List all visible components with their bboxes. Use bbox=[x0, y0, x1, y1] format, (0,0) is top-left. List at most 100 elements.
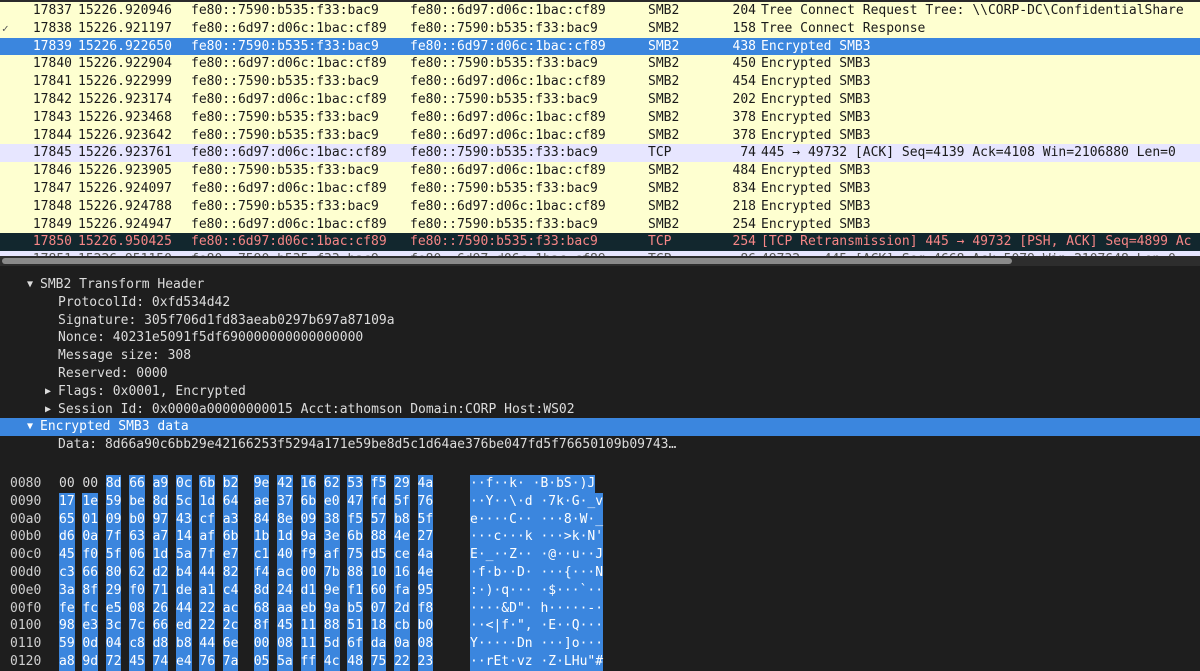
hex-byte[interactable]: f5 bbox=[347, 510, 363, 529]
hex-byte[interactable]: f8 bbox=[417, 599, 434, 618]
hex-byte[interactable]: 45 bbox=[129, 653, 145, 671]
packet-row[interactable]: 17843 15226.923468 fe80::7590:b535:f33:bac… bbox=[0, 108, 1200, 127]
hex-byte[interactable]: fd bbox=[370, 492, 387, 511]
packet-list[interactable]: 17837 15226.920946 fe80::7590:b535:f33:bac… bbox=[0, 0, 1200, 257]
hex-byte[interactable]: 16 bbox=[394, 564, 410, 582]
packet-list-horizontal-scrollbar[interactable] bbox=[0, 256, 1200, 266]
hex-byte[interactable]: 65 bbox=[59, 510, 75, 529]
hex-byte[interactable]: 01 bbox=[82, 510, 99, 529]
hex-byte[interactable]: 63 bbox=[129, 528, 145, 547]
hex-byte[interactable]: 7a bbox=[222, 653, 239, 671]
hex-byte[interactable]: 24 bbox=[277, 581, 293, 600]
details-tree-item[interactable]: ProtocolId: 0xfd534d42 bbox=[0, 294, 1200, 312]
hex-byte[interactable]: 4c bbox=[323, 653, 340, 671]
packet-bytes-pane[interactable]: 0080 00 00 8d 66 a9 0c 6b b2 9e 42 16 62 53 f5 29 4a ··f·… bbox=[0, 472, 1200, 671]
hex-byte[interactable]: 88 bbox=[347, 564, 363, 582]
ascii-dump[interactable]: ····&D"· h·····-· bbox=[470, 599, 604, 618]
ascii-dump[interactable]: ··f··k· ·B·bS·)J bbox=[470, 475, 596, 493]
hex-byte[interactable]: 7f bbox=[105, 528, 122, 547]
hex-byte[interactable]: 9a bbox=[323, 599, 340, 618]
hex-byte[interactable]: a9 bbox=[152, 475, 169, 493]
hex-byte[interactable]: 1d bbox=[277, 528, 293, 547]
hex-byte[interactable]: 07 bbox=[370, 599, 387, 618]
hex-byte[interactable]: 9d bbox=[82, 653, 99, 671]
hex-byte[interactable]: 66 bbox=[82, 564, 99, 582]
scrollbar-thumb[interactable] bbox=[2, 258, 1012, 264]
hex-byte[interactable]: f9 bbox=[300, 546, 317, 564]
hex-byte[interactable]: 95 bbox=[417, 581, 434, 600]
hex-byte[interactable]: be bbox=[129, 492, 145, 511]
hex-byte[interactable]: e4 bbox=[176, 653, 192, 671]
hex-byte[interactable]: 00 bbox=[300, 564, 317, 582]
hex-byte[interactable]: 00 bbox=[82, 475, 98, 493]
hex-byte[interactable]: c1 bbox=[253, 546, 270, 564]
hex-byte[interactable]: 88 bbox=[370, 528, 387, 547]
hex-byte[interactable]: 2c bbox=[222, 617, 239, 636]
packet-row[interactable]: 17844 15226.923642 fe80::7590:b535:f33:bac… bbox=[0, 126, 1200, 145]
hex-byte[interactable]: e7 bbox=[222, 546, 239, 564]
hex-byte[interactable]: 44 bbox=[199, 635, 216, 653]
hex-byte[interactable]: 98 bbox=[59, 617, 75, 636]
hex-byte[interactable]: aa bbox=[277, 599, 293, 618]
ascii-dump[interactable]: ···c···k ···>k·N' bbox=[470, 528, 604, 547]
details-tree-item[interactable]: ▶ Flags: 0x0001, Encrypted bbox=[0, 383, 1200, 401]
hex-byte[interactable]: 3a bbox=[59, 581, 75, 600]
ascii-dump[interactable]: Y·····Dn ···]o··· bbox=[470, 635, 604, 653]
hex-byte[interactable]: 4e bbox=[417, 564, 434, 582]
hex-byte[interactable]: e3 bbox=[82, 617, 99, 636]
hex-byte[interactable]: 09 bbox=[300, 510, 317, 529]
packet-row[interactable]: 17837 15226.920946 fe80::7590:b535:f33:bac… bbox=[0, 2, 1200, 20]
hex-byte[interactable]: 48 bbox=[347, 653, 363, 671]
ascii-dump[interactable]: :·)·q··· ·$···`·· bbox=[470, 581, 604, 600]
hex-byte[interactable]: d2 bbox=[152, 564, 169, 582]
hex-byte[interactable]: 5a bbox=[277, 653, 293, 671]
hex-byte[interactable]: fe bbox=[59, 599, 75, 618]
details-tree-item[interactable]: Reserved: 0000 bbox=[0, 365, 1200, 383]
details-tree-item[interactable]: Data: 8d66a90c6bb29e42166253f5294a171e59… bbox=[0, 436, 1200, 454]
packet-row[interactable]: 17841 15226.922999 fe80::7590:b535:f33:bac… bbox=[0, 73, 1200, 91]
hex-byte[interactable]: 11 bbox=[300, 617, 317, 636]
hex-byte[interactable]: ff bbox=[300, 653, 317, 671]
ascii-dump[interactable]: e····C·· ···8·W·_ bbox=[470, 510, 604, 529]
hex-byte[interactable]: b8 bbox=[176, 635, 192, 653]
hex-byte[interactable]: 0a bbox=[394, 635, 410, 653]
hex-byte[interactable]: c4 bbox=[222, 581, 239, 600]
hex-byte[interactable]: ce bbox=[394, 546, 410, 564]
hex-byte[interactable]: 11 bbox=[300, 635, 317, 653]
hex-byte[interactable]: 72 bbox=[105, 653, 122, 671]
hex-byte[interactable]: 97 bbox=[152, 510, 169, 529]
hex-byte[interactable]: 9e bbox=[253, 475, 270, 493]
hex-byte[interactable]: 3e bbox=[323, 528, 340, 547]
hex-byte[interactable]: 27 bbox=[417, 528, 434, 547]
hex-byte[interactable]: 18 bbox=[370, 617, 387, 636]
hex-byte[interactable]: 75 bbox=[347, 546, 363, 564]
hex-byte[interactable]: 6b bbox=[199, 475, 216, 493]
hex-byte[interactable]: f1 bbox=[347, 581, 363, 600]
hex-byte[interactable]: 0c bbox=[176, 475, 192, 493]
hex-byte[interactable]: eb bbox=[300, 599, 317, 618]
hex-byte[interactable]: fc bbox=[82, 599, 99, 618]
hex-byte[interactable]: 17 bbox=[59, 492, 75, 511]
hex-byte[interactable]: 6b bbox=[347, 528, 363, 547]
hex-byte[interactable]: ac bbox=[277, 564, 293, 582]
hex-byte[interactable]: a7 bbox=[152, 528, 169, 547]
packet-row[interactable]: ✓ 17838 15226.921197 fe80::6d97:d06c:1bac:c… bbox=[0, 19, 1200, 38]
hex-byte[interactable]: 66 bbox=[152, 617, 169, 636]
hex-byte[interactable]: 29 bbox=[105, 581, 122, 600]
details-tree-item[interactable]: Message size: 308 bbox=[0, 347, 1200, 365]
hex-byte[interactable]: 66 bbox=[129, 475, 145, 493]
hex-byte[interactable]: 1d bbox=[199, 492, 216, 511]
hex-byte[interactable]: b5 bbox=[347, 599, 363, 618]
hex-byte[interactable]: 6b bbox=[300, 492, 317, 511]
hex-byte[interactable]: 05 bbox=[253, 653, 270, 671]
hex-byte[interactable]: 59 bbox=[105, 492, 122, 511]
hex-byte[interactable]: 22 bbox=[199, 599, 216, 618]
hex-byte[interactable]: d8 bbox=[152, 635, 169, 653]
hex-byte[interactable]: 1b bbox=[253, 528, 270, 547]
hex-byte[interactable]: 4a bbox=[417, 475, 434, 493]
hex-byte[interactable]: 80 bbox=[105, 564, 122, 582]
hex-byte[interactable]: 7c bbox=[129, 617, 145, 636]
hex-byte[interactable]: c3 bbox=[59, 564, 75, 582]
collapsed-triangle-icon[interactable]: ▶ bbox=[42, 383, 54, 401]
ascii-dump[interactable]: E·_··Z·· ·@··u··J bbox=[470, 546, 604, 564]
